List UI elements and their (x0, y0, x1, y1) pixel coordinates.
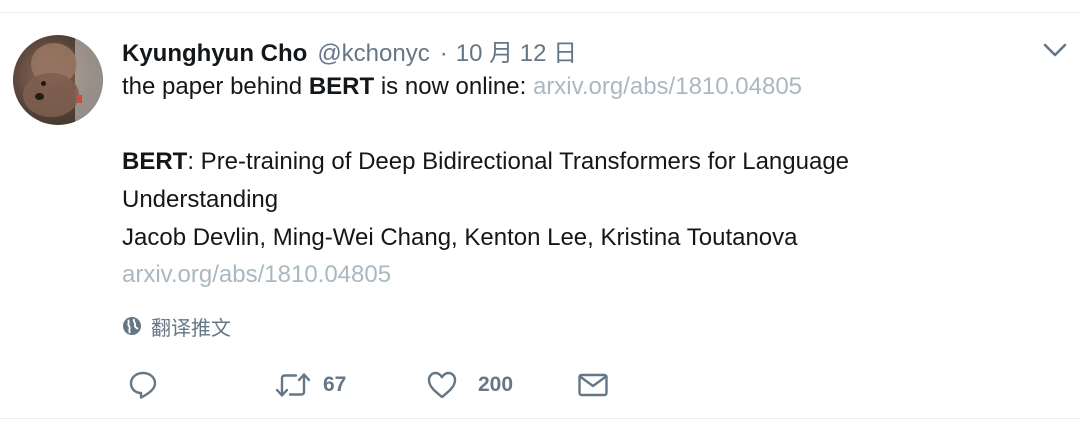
separator-dot: · (439, 40, 448, 67)
tweet-header: Kyunghyun Cho @kchonyc · 10 月 12 日 (122, 33, 577, 67)
heart-icon (427, 371, 457, 399)
tweet: Kyunghyun Cho @kchonyc · 10 月 12 日 the p… (0, 0, 1080, 428)
author-handle[interactable]: @kchonyc (317, 40, 429, 68)
translate-tweet-button[interactable]: 翻译推文 (122, 312, 231, 340)
top-divider (0, 0, 1080, 13)
retweet-icon (275, 373, 311, 397)
bottom-divider (0, 418, 1080, 428)
retweet-button[interactable]: 67 (275, 365, 346, 405)
paper-title-line1: BERT: Pre-training of Deep Bidirectional… (122, 148, 850, 175)
tweet-date[interactable]: 10 月 12 日 (456, 33, 577, 68)
avatar[interactable] (13, 35, 103, 125)
like-count: 200 (478, 373, 514, 396)
paper-authors: Jacob Devlin, Ming-Wei Chang, Kenton Lee… (122, 224, 798, 251)
paper-title-line2: Understanding (122, 186, 279, 213)
action-bar: 67 200 (0, 365, 1080, 405)
author-name[interactable]: Kyunghyun Cho (122, 40, 307, 68)
reply-button[interactable] (128, 365, 158, 405)
translate-label: 翻译推文 (151, 317, 231, 340)
like-button[interactable]: 200 (426, 365, 513, 405)
retweet-count: 67 (323, 373, 347, 396)
chevron-down-icon[interactable] (1040, 38, 1070, 62)
paper-link[interactable]: arxiv.org/abs/1810.04805 (122, 260, 391, 290)
arxiv-link[interactable]: arxiv.org/abs/1810.04805 (533, 73, 802, 100)
envelope-icon (578, 373, 608, 397)
reply-icon (129, 371, 157, 399)
globe-icon (123, 317, 141, 335)
tweet-text-line: the paper behind BERT is now online: arx… (122, 73, 803, 100)
bert-bold: BERT (308, 73, 375, 100)
paper-title-bold: BERT (122, 148, 188, 175)
direct-message-button[interactable] (577, 365, 609, 405)
